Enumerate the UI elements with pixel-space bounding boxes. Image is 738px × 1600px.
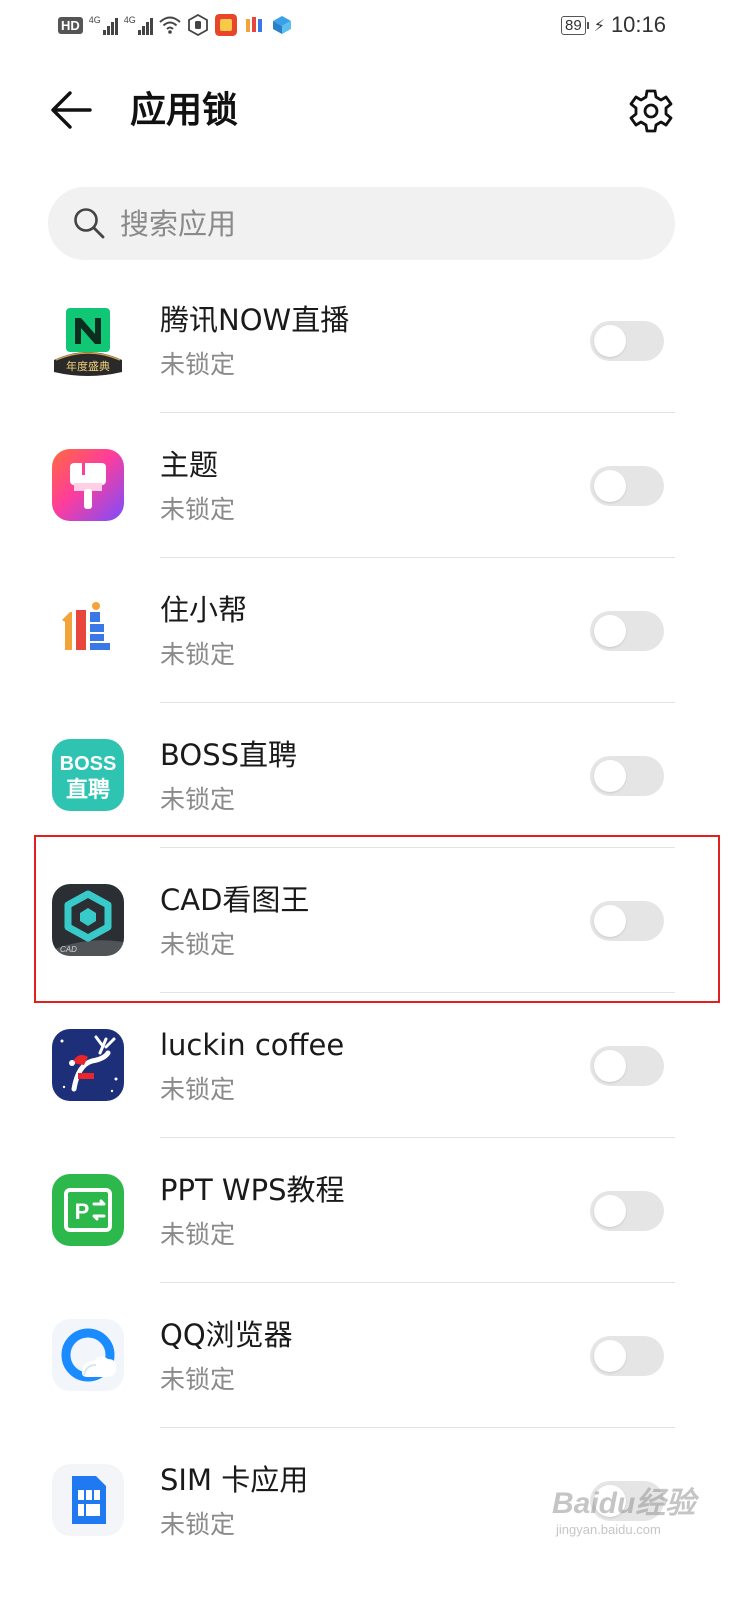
sim-app-icon	[52, 1464, 124, 1536]
charging-icon: ⚡	[593, 15, 605, 35]
list-item-luckin[interactable]: luckin coffee 未锁定	[0, 993, 738, 1138]
arrow-left-icon	[51, 91, 92, 129]
lock-status: 未锁定	[160, 785, 236, 814]
watermark-text: Baidu经验	[552, 1487, 696, 1520]
toggle-knob	[594, 615, 626, 647]
lock-status: 未锁定	[160, 1220, 236, 1249]
lock-toggle[interactable]	[590, 756, 664, 796]
battery-icon: 89	[561, 15, 589, 35]
hd-indicator: HD	[58, 16, 83, 34]
lock-status: 未锁定	[160, 350, 236, 379]
status-bar: HD 4G 4G 89 ⚡ 10:16	[0, 0, 738, 56]
highlight-annotation	[34, 835, 720, 1003]
wifi-icon	[159, 16, 181, 34]
clock: 10:16	[610, 12, 666, 37]
toggle-knob	[594, 1340, 626, 1372]
icon-text-p: P	[75, 1199, 90, 1224]
list-item-qq-browser[interactable]: QQ浏览器 未锁定	[0, 1283, 738, 1428]
watermark-subtext: jingyan.baidu.com	[556, 1522, 661, 1537]
gear-icon	[629, 89, 673, 133]
icon-badge-text: 年度盛典	[66, 359, 110, 373]
app-name: luckin coffee	[160, 1028, 345, 1062]
lock-toggle[interactable]	[590, 1336, 664, 1376]
signal-icon-2: 4G	[124, 15, 153, 35]
lock-toggle[interactable]	[590, 321, 664, 361]
back-button[interactable]	[48, 88, 94, 132]
icon-text-boss: BOSS	[60, 753, 117, 775]
settings-button[interactable]	[628, 88, 674, 134]
app-name: 主题	[160, 448, 219, 482]
qq-browser-app-icon	[52, 1319, 124, 1391]
app-name: 腾讯NOW直播	[160, 303, 350, 337]
list-item-tencent-now[interactable]: 年度盛典 腾讯NOW直播 未锁定	[0, 268, 738, 413]
icon-text-zhipin: 直聘	[66, 777, 110, 803]
lock-toggle[interactable]	[590, 1191, 664, 1231]
toggle-knob	[594, 1195, 626, 1227]
toggle-knob	[594, 1050, 626, 1082]
cube-notification-icon	[272, 16, 291, 34]
status-bar-left: HD 4G 4G	[58, 14, 293, 36]
page-title: 应用锁	[130, 90, 239, 131]
lock-status: 未锁定	[160, 1075, 236, 1104]
lock-status: 未锁定	[160, 495, 236, 524]
network-type-1: 4G	[88, 15, 101, 25]
network-type-2: 4G	[123, 15, 136, 25]
lock-toggle[interactable]	[590, 466, 664, 506]
ppt-wps-app-icon: P	[52, 1174, 124, 1246]
search-input[interactable]	[120, 199, 620, 249]
lock-status: 未锁定	[160, 1510, 236, 1539]
lock-status: 未锁定	[160, 1365, 236, 1394]
tencent-now-app-icon: 年度盛典	[52, 304, 124, 376]
list-item-ppt-wps[interactable]: P PPT WPS教程 未锁定	[0, 1138, 738, 1283]
lock-toggle[interactable]	[590, 1046, 664, 1086]
app-name: 住小帮	[160, 593, 248, 627]
toggle-knob	[594, 325, 626, 357]
zhuxiaobang-notification-icon	[245, 17, 262, 32]
watermark: Baidu经验 jingyan.baidu.com	[552, 1478, 702, 1542]
app-name: BOSS直聘	[160, 738, 298, 772]
zhuxiaobang-app-icon	[52, 594, 124, 666]
list-item-boss[interactable]: BOSS 直聘 BOSS直聘 未锁定	[0, 703, 738, 848]
toggle-knob	[594, 470, 626, 502]
status-bar-right: 89 ⚡ 10:16	[561, 12, 666, 38]
boss-app-icon: BOSS 直聘	[52, 739, 124, 811]
lock-status: 未锁定	[160, 640, 236, 669]
list-item-theme[interactable]: 主题 未锁定	[0, 413, 738, 558]
theme-app-icon	[52, 449, 124, 521]
app-name: SIM 卡应用	[160, 1463, 309, 1497]
red-app-notification-icon	[214, 14, 237, 36]
lock-toggle[interactable]	[590, 611, 664, 651]
hand-notification-icon	[187, 14, 208, 36]
luckin-app-icon	[52, 1029, 124, 1101]
signal-icon: 4G	[89, 15, 118, 35]
app-name: QQ浏览器	[160, 1318, 293, 1352]
app-name: PPT WPS教程	[160, 1173, 345, 1207]
search-icon	[74, 208, 105, 239]
toggle-knob	[594, 760, 626, 792]
list-item-zhuxiaobang[interactable]: 住小帮 未锁定	[0, 558, 738, 703]
